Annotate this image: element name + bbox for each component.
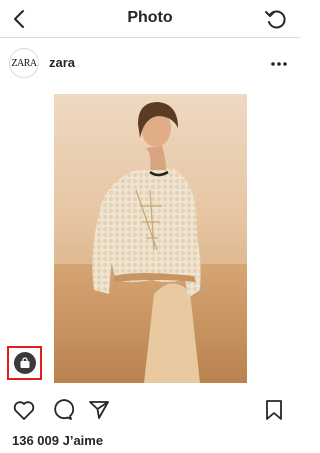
share-button[interactable] — [87, 398, 111, 422]
avatar-logo-text: ZARA — [11, 57, 37, 69]
paper-plane-icon — [89, 401, 109, 419]
comment-icon — [54, 399, 75, 420]
username[interactable]: zara — [49, 55, 75, 70]
post-actions — [0, 398, 300, 424]
comment-button[interactable] — [50, 398, 75, 422]
shopping-bag-button[interactable] — [13, 352, 36, 374]
bookmark-icon — [266, 400, 282, 420]
shopping-tag-highlight[interactable] — [7, 346, 42, 380]
more-options-button[interactable] — [270, 56, 288, 66]
page-title: Photo — [127, 9, 173, 26]
refresh-button[interactable] — [264, 7, 288, 31]
post-image — [54, 94, 247, 383]
post-header: ZARA zara — [0, 44, 300, 86]
like-button[interactable] — [12, 398, 36, 422]
refresh-icon — [265, 10, 286, 29]
avatar[interactable]: ZARA — [9, 48, 39, 78]
more-horizontal-icon — [271, 62, 287, 66]
post-photo[interactable] — [54, 94, 247, 383]
top-bar: Photo — [0, 0, 300, 38]
likes-count[interactable]: 136 009 J’aime — [12, 433, 103, 448]
heart-icon — [13, 401, 35, 420]
shopping-bag-icon — [20, 357, 29, 368]
save-button[interactable] — [262, 398, 286, 422]
